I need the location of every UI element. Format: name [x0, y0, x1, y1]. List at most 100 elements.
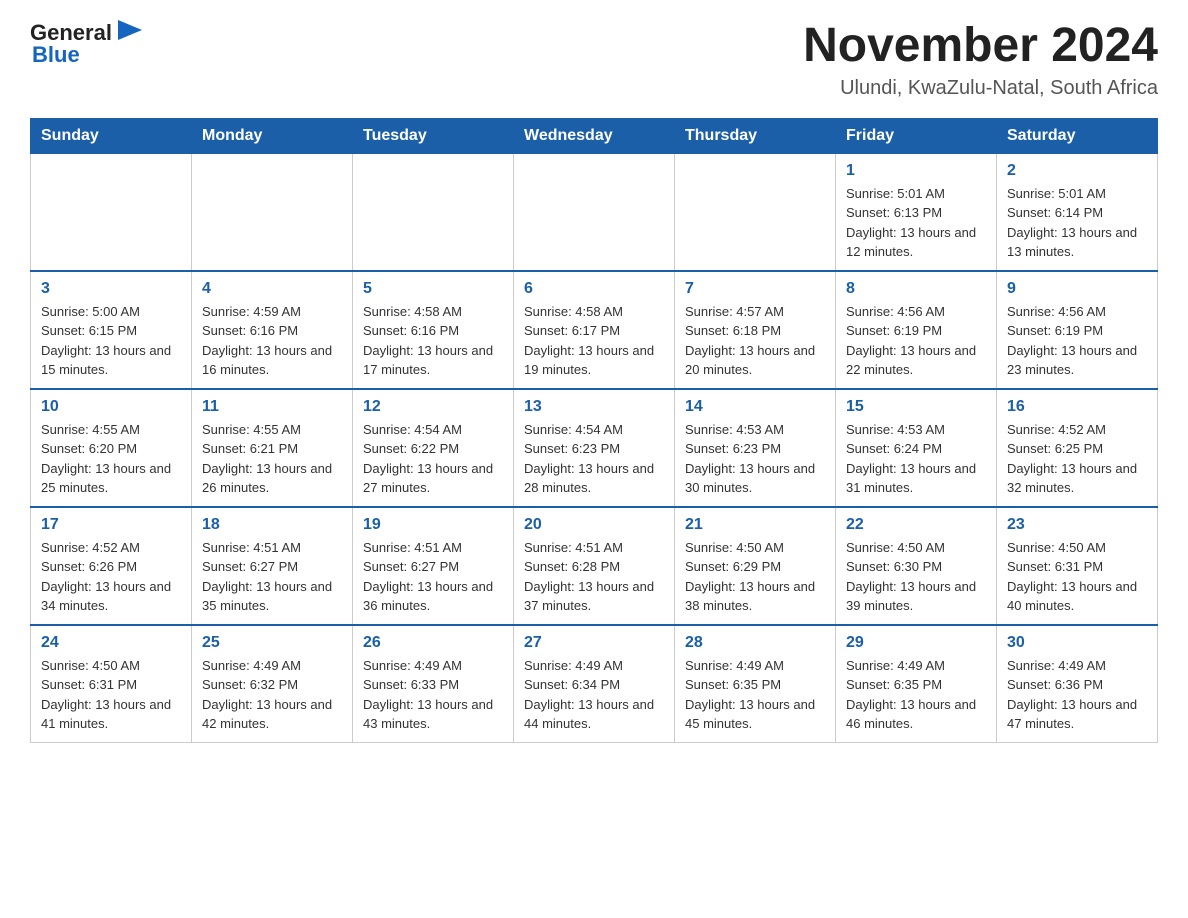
day-number: 26: [363, 634, 503, 652]
day-number: 22: [846, 516, 986, 534]
day-info: Sunrise: 4:59 AMSunset: 6:16 PMDaylight:…: [202, 302, 342, 380]
day-number: 23: [1007, 516, 1147, 534]
day-info: Sunrise: 4:54 AMSunset: 6:22 PMDaylight:…: [363, 420, 503, 498]
day-number: 7: [685, 280, 825, 298]
calendar-cell: 13 Sunrise: 4:54 AMSunset: 6:23 PMDayligh…: [514, 389, 675, 507]
title-section: November 2024 Ulundi, KwaZulu-Natal, Sou…: [803, 20, 1158, 100]
day-number: 21: [685, 516, 825, 534]
col-monday: Monday: [192, 118, 353, 153]
calendar-cell: 8 Sunrise: 4:56 AMSunset: 6:19 PMDaylight…: [836, 271, 997, 389]
calendar-cell: 17 Sunrise: 4:52 AMSunset: 6:26 PMDayligh…: [31, 507, 192, 625]
calendar-cell: [514, 153, 675, 271]
calendar-cell: 28 Sunrise: 4:49 AMSunset: 6:35 PMDayligh…: [675, 625, 836, 743]
calendar-week-row: 3 Sunrise: 5:00 AMSunset: 6:15 PMDaylight…: [31, 271, 1158, 389]
day-info: Sunrise: 4:52 AMSunset: 6:25 PMDaylight:…: [1007, 420, 1147, 498]
day-number: 1: [846, 162, 986, 180]
calendar-cell: 15 Sunrise: 4:53 AMSunset: 6:24 PMDayligh…: [836, 389, 997, 507]
calendar-week-row: 17 Sunrise: 4:52 AMSunset: 6:26 PMDayligh…: [31, 507, 1158, 625]
day-number: 3: [41, 280, 181, 298]
day-number: 17: [41, 516, 181, 534]
header-row: Sunday Monday Tuesday Wednesday Thursday…: [31, 118, 1158, 153]
day-info: Sunrise: 4:50 AMSunset: 6:30 PMDaylight:…: [846, 538, 986, 616]
calendar-cell: 16Sunrise: 4:52 AMSunset: 6:25 PMDayligh…: [997, 389, 1158, 507]
calendar-cell: 25 Sunrise: 4:49 AMSunset: 6:32 PMDayligh…: [192, 625, 353, 743]
day-info: Sunrise: 4:49 AMSunset: 6:35 PMDaylight:…: [685, 656, 825, 734]
day-info: Sunrise: 4:56 AMSunset: 6:19 PMDaylight:…: [1007, 302, 1147, 380]
col-tuesday: Tuesday: [353, 118, 514, 153]
day-number: 10: [41, 398, 181, 416]
day-number: 28: [685, 634, 825, 652]
calendar-cell: 14Sunrise: 4:53 AMSunset: 6:23 PMDayligh…: [675, 389, 836, 507]
day-info: Sunrise: 4:55 AMSunset: 6:20 PMDaylight:…: [41, 420, 181, 498]
calendar-cell: [675, 153, 836, 271]
day-number: 18: [202, 516, 342, 534]
calendar-cell: [31, 153, 192, 271]
calendar-week-row: 10 Sunrise: 4:55 AMSunset: 6:20 PMDayligh…: [31, 389, 1158, 507]
month-title: November 2024: [803, 20, 1158, 73]
calendar-table: Sunday Monday Tuesday Wednesday Thursday…: [30, 118, 1158, 743]
col-thursday: Thursday: [675, 118, 836, 153]
day-info: Sunrise: 4:49 AMSunset: 6:32 PMDaylight:…: [202, 656, 342, 734]
col-wednesday: Wednesday: [514, 118, 675, 153]
day-info: Sunrise: 4:51 AMSunset: 6:27 PMDaylight:…: [202, 538, 342, 616]
day-number: 12: [363, 398, 503, 416]
day-number: 8: [846, 280, 986, 298]
logo-triangle-icon: [118, 20, 142, 40]
calendar-cell: 3 Sunrise: 5:00 AMSunset: 6:15 PMDaylight…: [31, 271, 192, 389]
day-number: 9: [1007, 280, 1147, 298]
day-number: 4: [202, 280, 342, 298]
day-info: Sunrise: 4:57 AMSunset: 6:18 PMDaylight:…: [685, 302, 825, 380]
calendar-cell: 7 Sunrise: 4:57 AMSunset: 6:18 PMDaylight…: [675, 271, 836, 389]
day-info: Sunrise: 4:56 AMSunset: 6:19 PMDaylight:…: [846, 302, 986, 380]
day-number: 30: [1007, 634, 1147, 652]
calendar-cell: 6Sunrise: 4:58 AMSunset: 6:17 PMDaylight…: [514, 271, 675, 389]
day-info: Sunrise: 4:54 AMSunset: 6:23 PMDaylight:…: [524, 420, 664, 498]
day-number: 29: [846, 634, 986, 652]
calendar-cell: 19Sunrise: 4:51 AMSunset: 6:27 PMDayligh…: [353, 507, 514, 625]
calendar-week-row: 1Sunrise: 5:01 AMSunset: 6:13 PMDaylight…: [31, 153, 1158, 271]
day-info: Sunrise: 4:49 AMSunset: 6:35 PMDaylight:…: [846, 656, 986, 734]
calendar-cell: 2 Sunrise: 5:01 AMSunset: 6:14 PMDaylight…: [997, 153, 1158, 271]
calendar-cell: 4 Sunrise: 4:59 AMSunset: 6:16 PMDaylight…: [192, 271, 353, 389]
day-info: Sunrise: 4:58 AMSunset: 6:16 PMDaylight:…: [363, 302, 503, 380]
day-info: Sunrise: 4:52 AMSunset: 6:26 PMDaylight:…: [41, 538, 181, 616]
calendar-week-row: 24 Sunrise: 4:50 AMSunset: 6:31 PMDayligh…: [31, 625, 1158, 743]
day-number: 2: [1007, 162, 1147, 180]
day-info: Sunrise: 4:55 AMSunset: 6:21 PMDaylight:…: [202, 420, 342, 498]
calendar-cell: [192, 153, 353, 271]
day-number: 25: [202, 634, 342, 652]
day-info: Sunrise: 4:58 AMSunset: 6:17 PMDaylight:…: [524, 302, 664, 380]
day-number: 27: [524, 634, 664, 652]
day-info: Sunrise: 4:53 AMSunset: 6:23 PMDaylight:…: [685, 420, 825, 498]
day-info: Sunrise: 4:51 AMSunset: 6:27 PMDaylight:…: [363, 538, 503, 616]
col-friday: Friday: [836, 118, 997, 153]
calendar-cell: [353, 153, 514, 271]
day-info: Sunrise: 5:01 AMSunset: 6:14 PMDaylight:…: [1007, 184, 1147, 262]
day-number: 11: [202, 398, 342, 416]
logo-blue-word: Blue: [32, 42, 80, 68]
calendar-cell: 27 Sunrise: 4:49 AMSunset: 6:34 PMDayligh…: [514, 625, 675, 743]
day-info: Sunrise: 4:50 AMSunset: 6:31 PMDaylight:…: [1007, 538, 1147, 616]
calendar-cell: 18 Sunrise: 4:51 AMSunset: 6:27 PMDayligh…: [192, 507, 353, 625]
calendar-cell: 5 Sunrise: 4:58 AMSunset: 6:16 PMDaylight…: [353, 271, 514, 389]
calendar-cell: 22 Sunrise: 4:50 AMSunset: 6:30 PMDayligh…: [836, 507, 997, 625]
logo: General Blue: [30, 20, 142, 68]
calendar-cell: 21Sunrise: 4:50 AMSunset: 6:29 PMDayligh…: [675, 507, 836, 625]
calendar-body: 1Sunrise: 5:01 AMSunset: 6:13 PMDaylight…: [31, 153, 1158, 742]
day-number: 5: [363, 280, 503, 298]
calendar-cell: 1Sunrise: 5:01 AMSunset: 6:13 PMDaylight…: [836, 153, 997, 271]
calendar-cell: 23 Sunrise: 4:50 AMSunset: 6:31 PMDayligh…: [997, 507, 1158, 625]
calendar-cell: 20Sunrise: 4:51 AMSunset: 6:28 PMDayligh…: [514, 507, 675, 625]
day-number: 20: [524, 516, 664, 534]
calendar-header: Sunday Monday Tuesday Wednesday Thursday…: [31, 118, 1158, 153]
day-number: 15: [846, 398, 986, 416]
calendar-cell: 12 Sunrise: 4:54 AMSunset: 6:22 PMDayligh…: [353, 389, 514, 507]
calendar-cell: 29 Sunrise: 4:49 AMSunset: 6:35 PMDayligh…: [836, 625, 997, 743]
day-number: 13: [524, 398, 664, 416]
day-info: Sunrise: 4:50 AMSunset: 6:31 PMDaylight:…: [41, 656, 181, 734]
day-info: Sunrise: 4:53 AMSunset: 6:24 PMDaylight:…: [846, 420, 986, 498]
day-info: Sunrise: 4:49 AMSunset: 6:34 PMDaylight:…: [524, 656, 664, 734]
day-number: 24: [41, 634, 181, 652]
location-title: Ulundi, KwaZulu-Natal, South Africa: [803, 77, 1158, 100]
day-info: Sunrise: 5:00 AMSunset: 6:15 PMDaylight:…: [41, 302, 181, 380]
